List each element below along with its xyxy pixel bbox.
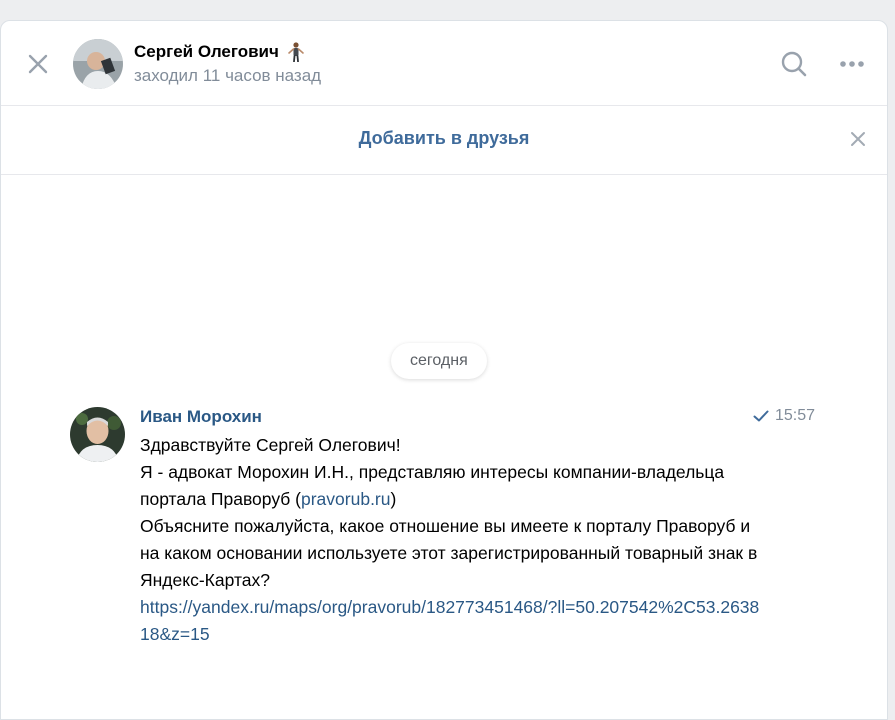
message-line: Объясните пожалуйста, какое отношение вы… bbox=[140, 516, 758, 590]
add-friend-button[interactable]: Добавить в друзья bbox=[1, 128, 887, 149]
message-author[interactable]: Иван Морохин bbox=[140, 407, 262, 427]
chat-panel: Сергей Олегович заходил 11 часов назад Д… bbox=[0, 20, 888, 720]
message-time: 15:57 bbox=[775, 407, 816, 424]
chat-header: Сергей Олегович заходил 11 часов назад bbox=[1, 21, 887, 106]
search-button[interactable] bbox=[779, 49, 809, 79]
check-icon bbox=[753, 410, 769, 422]
date-separator: сегодня bbox=[391, 343, 487, 379]
message-line: https://yandex.ru/maps/org/pravorub/1827… bbox=[140, 594, 760, 648]
close-icon bbox=[28, 54, 48, 74]
add-friend-bar: Добавить в друзья bbox=[1, 106, 887, 175]
contact-name[interactable]: Сергей Олегович bbox=[134, 42, 279, 62]
close-chat-button[interactable] bbox=[23, 49, 53, 79]
message-body: Здравствуйте Сергей Олегович! Я - адвока… bbox=[140, 432, 760, 648]
message-text: Я - адвокат Морохин И.Н., представляю ин… bbox=[140, 462, 725, 509]
contact-status: заходил 11 часов назад bbox=[134, 66, 322, 85]
yandex-maps-link[interactable]: https://yandex.ru/maps/org/pravorub/1827… bbox=[140, 597, 759, 644]
search-icon bbox=[781, 51, 807, 77]
message-author-avatar[interactable] bbox=[70, 407, 125, 462]
dismiss-add-friend-button[interactable] bbox=[847, 128, 869, 150]
contact-name-row[interactable]: Сергей Олегович bbox=[134, 42, 305, 62]
message-line: Здравствуйте Сергей Олегович! bbox=[140, 435, 401, 455]
close-icon bbox=[851, 132, 865, 146]
more-icon bbox=[840, 61, 864, 67]
man-standing-emoji-icon bbox=[288, 42, 304, 62]
pravorub-link[interactable]: pravorub.ru bbox=[301, 489, 391, 509]
message-text: ) bbox=[390, 489, 397, 509]
contact-avatar[interactable] bbox=[73, 39, 123, 89]
message-line: Я - адвокат Морохин И.Н., представляю ин… bbox=[140, 459, 760, 513]
more-button[interactable] bbox=[837, 49, 867, 79]
message-meta: 15:57 bbox=[753, 407, 815, 425]
